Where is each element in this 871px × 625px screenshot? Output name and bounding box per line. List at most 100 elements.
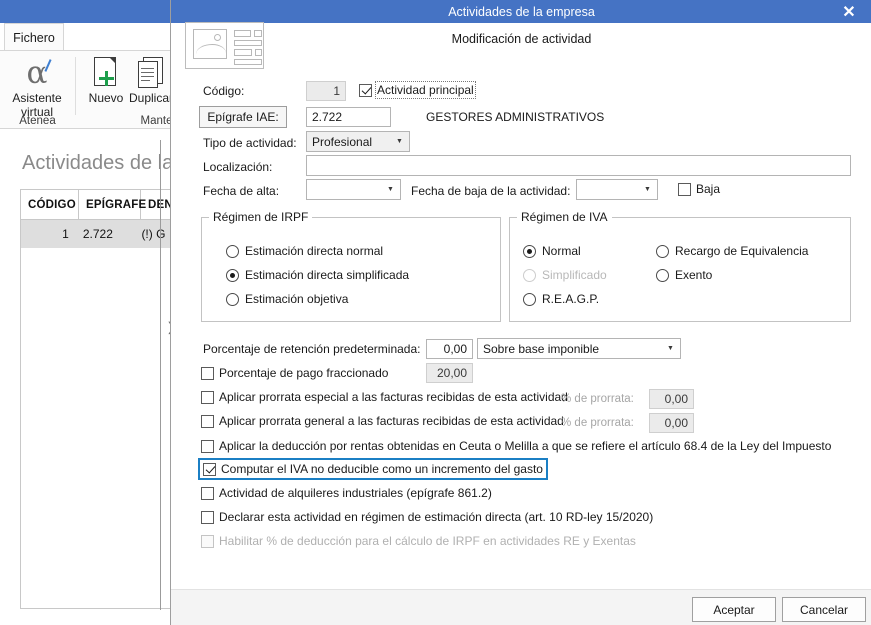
iva-option-normal[interactable]: Normal <box>523 244 581 258</box>
fecha-baja-datepicker[interactable]: ▼ <box>576 179 658 200</box>
tipo-actividad-label: Tipo de actividad: <box>203 136 297 150</box>
radio-ring <box>656 244 669 258</box>
new-document-icon <box>93 54 119 88</box>
prorrata-especial-label: Aplicar prorrata especial a las facturas… <box>219 390 568 404</box>
prorrata-especial-pct-label: % de prorrata: <box>561 393 634 405</box>
iva-option-reagp[interactable]: R.E.A.G.P. <box>523 292 599 306</box>
baja-label: Baja <box>696 182 721 196</box>
prorrata-especial-checkbox[interactable]: Aplicar prorrata especial a las facturas… <box>201 390 568 404</box>
alquileres-industriales-check-box <box>201 486 214 500</box>
tab-fichero-label: Fichero <box>13 30 55 45</box>
localizacion-input[interactable] <box>306 155 851 176</box>
epigrafe-iae-button-label: Epígrafe IAE: <box>207 110 279 124</box>
ceuta-melilla-check-box <box>201 439 214 453</box>
iva-option-right-1-label: Exento <box>675 268 713 282</box>
dialog-title-text: Actividades de la empresa <box>448 4 595 19</box>
alpha-icon: α <box>27 54 53 89</box>
ceuta-melilla-checkbox[interactable]: Aplicar la deducción por rentas obtenida… <box>201 439 831 453</box>
retencion-label: Porcentaje de retención predeterminada: <box>203 342 421 356</box>
ribbon-button-asistente-virtual[interactable]: α Asistente virtual <box>7 54 67 120</box>
habilitar-deduccion-checkbox: Habilitar % de deducción para el cálculo… <box>201 534 636 548</box>
pago-fraccionado-check-box <box>201 366 214 380</box>
prorrata-general-pct-input: 0,00 <box>649 413 694 433</box>
codigo-label: Código: <box>203 84 245 98</box>
page-title: Actividades de la <box>22 152 174 174</box>
radio-ring <box>523 244 536 258</box>
irpf-legend: Régimen de IRPF <box>213 210 309 224</box>
tipo-actividad-select[interactable]: Profesional ▼ <box>306 131 410 152</box>
radio-ring <box>523 268 536 282</box>
tab-fichero[interactable]: Fichero <box>4 23 64 51</box>
activity-modification-dialog: Actividades de la empresa ✕ Modificación… <box>170 0 871 625</box>
ribbon-button-asistente-virtual-label-1: Asistente <box>12 91 62 105</box>
close-icon[interactable]: ✕ <box>827 0 871 23</box>
iva-option-recargo-equivalencia[interactable]: Recargo de Equivalencia <box>656 244 808 258</box>
accept-button[interactable]: Aceptar <box>692 597 776 622</box>
habilitar-deduccion-check-box <box>201 534 214 548</box>
declarar-estimacion-directa-check-box <box>201 510 214 524</box>
ribbon-group-atenea: α Asistente virtual Atenea <box>0 51 75 129</box>
irpf-option-0-label: Estimación directa normal <box>245 244 384 258</box>
prorrata-especial-check-box <box>201 390 214 404</box>
grid-col-epigrafe: EPÍGRAFE <box>79 190 146 219</box>
dialog-title-bar: Actividades de la empresa <box>171 0 871 23</box>
grid-col-codigo: CÓDIGO <box>21 190 79 219</box>
iva-legend: Régimen de IVA <box>521 210 608 224</box>
radio-ring <box>656 268 669 282</box>
irpf-option-2-label: Estimación objetiva <box>245 292 349 306</box>
fecha-alta-label: Fecha de alta: <box>203 184 280 198</box>
retencion-base-select[interactable]: Sobre base imponible ▼ <box>477 338 681 359</box>
chevron-down-icon: ▼ <box>390 132 409 151</box>
dialog-subtitle: Modificación de actividad <box>451 32 592 46</box>
retencion-base-value: Sobre base imponible <box>483 341 600 356</box>
iva-option-left-0-label: Normal <box>542 244 581 258</box>
ribbon-button-duplicar-label: Duplicar <box>128 91 173 105</box>
computar-iva-label: Computar el IVA no deducible como un inc… <box>221 462 543 476</box>
radio-ring <box>523 292 536 306</box>
localizacion-label: Localización: <box>203 160 273 174</box>
cancel-button[interactable]: Cancelar <box>782 597 866 622</box>
irpf-option-estimacion-objetiva[interactable]: Estimación objetiva <box>226 292 348 306</box>
declarar-estimacion-directa-checkbox[interactable]: Declarar esta actividad en régimen de es… <box>201 510 653 524</box>
prorrata-general-checkbox[interactable]: Aplicar prorrata general a las facturas … <box>201 414 564 428</box>
baja-checkbox[interactable]: Baja <box>678 182 720 196</box>
alquileres-industriales-checkbox[interactable]: Actividad de alquileres industriales (ep… <box>201 486 492 500</box>
alquileres-industriales-label: Actividad de alquileres industriales (ep… <box>219 486 492 500</box>
iva-option-left-2-label: R.E.A.G.P. <box>542 292 600 306</box>
ribbon-button-nuevo-label: Nuevo <box>88 91 124 105</box>
iva-option-exento[interactable]: Exento <box>656 268 712 282</box>
accept-button-label: Aceptar <box>713 602 755 617</box>
grid-cell-epigrafe: 2.722 <box>82 227 113 241</box>
actividad-principal-checkbox[interactable]: Actividad principal <box>359 81 476 99</box>
chevron-down-icon: ▼ <box>638 180 657 199</box>
cancel-button-label: Cancelar <box>799 602 849 617</box>
pago-fraccionado-input: 20,00 <box>426 363 473 383</box>
actividad-principal-label: Actividad principal <box>375 81 476 99</box>
prorrata-general-pct-label: % de prorrata: <box>561 417 634 429</box>
chevron-down-icon: ▼ <box>661 339 680 358</box>
iva-option-left-1-label: Simplificado <box>542 268 607 282</box>
retencion-input[interactable]: 0,00 <box>426 339 473 359</box>
fecha-alta-datepicker[interactable]: ▼ <box>306 179 401 200</box>
irpf-option-estimacion-directa-simplificada[interactable]: Estimación directa simplificada <box>226 268 409 282</box>
epigrafe-iae-input[interactable]: 2.722 <box>306 107 391 127</box>
prorrata-especial-pct-input: 0,00 <box>649 389 694 409</box>
tipo-actividad-value: Profesional <box>312 134 373 149</box>
declarar-estimacion-directa-label: Declarar esta actividad en régimen de es… <box>219 510 654 524</box>
fecha-baja-label: Fecha de baja de la actividad: <box>411 184 571 198</box>
duplicate-document-icon <box>137 54 165 88</box>
ceuta-melilla-label: Aplicar la deducción por rentas obtenida… <box>219 439 832 453</box>
ribbon-group-atenea-label: Atenea <box>19 115 56 127</box>
computar-iva-no-deducible-checkbox[interactable]: Computar el IVA no deducible como un inc… <box>198 458 548 480</box>
actividad-principal-check-box <box>359 83 372 97</box>
irpf-option-1-label: Estimación directa simplificada <box>245 268 410 282</box>
prorrata-general-check-box <box>201 414 214 428</box>
pago-fraccionado-label: Porcentaje de pago fraccionado <box>219 366 389 380</box>
radio-ring <box>226 292 239 306</box>
epigrafe-description: GESTORES ADMINISTRATIVOS <box>426 110 605 124</box>
pago-fraccionado-checkbox[interactable]: Porcentaje de pago fraccionado <box>201 366 388 380</box>
epigrafe-iae-button[interactable]: Epígrafe IAE: <box>199 106 287 128</box>
prorrata-general-label: Aplicar prorrata general a las facturas … <box>219 414 564 428</box>
irpf-option-estimacion-directa-normal[interactable]: Estimación directa normal <box>226 244 383 258</box>
grid-cell-codigo: 1 <box>62 227 69 241</box>
